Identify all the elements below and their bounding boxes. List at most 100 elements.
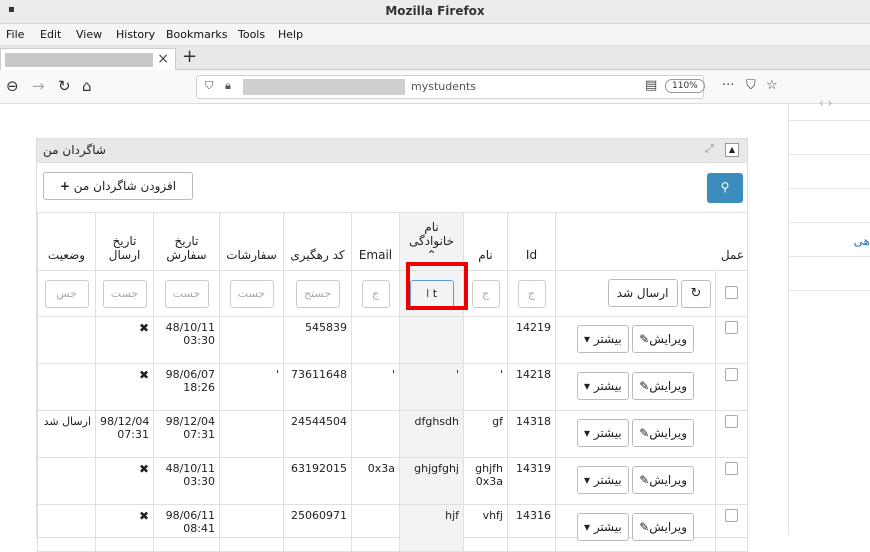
cell-tracking: 545839 [283, 316, 352, 364]
add-students-button[interactable]: + افزودن شاگردان من [43, 172, 193, 200]
right-sidebar: ‹ › هی [788, 96, 870, 535]
search-button[interactable]: ⚲ [707, 173, 743, 203]
tab-active[interactable]: × [0, 48, 176, 70]
col-order-date[interactable]: تاریخ سفارش [153, 212, 220, 271]
more-dropdown-button[interactable]: ▾ بیشتر [576, 513, 629, 541]
back-icon[interactable]: ⊖ [6, 77, 19, 95]
menu-history[interactable]: History [116, 28, 155, 41]
filter-id-input[interactable]: ج [517, 279, 546, 308]
cell-last-name: hjf [399, 504, 464, 552]
col-orders[interactable]: سفارشات [219, 212, 284, 271]
star-icon[interactable]: ☆ [766, 78, 778, 93]
menu-help[interactable]: Help [278, 28, 303, 41]
row-checkbox[interactable] [725, 462, 738, 475]
edit-button[interactable]: ✎ویرایش [632, 419, 695, 447]
cell-email [351, 316, 400, 364]
sent-filter-button[interactable]: ارسال شد [607, 279, 678, 307]
select-all-checkbox[interactable] [725, 285, 738, 299]
more-dropdown-button[interactable]: ▾ بیشتر [576, 372, 629, 400]
home-icon[interactable]: ⌂ [82, 77, 92, 95]
cell-last-name: ' [399, 363, 464, 411]
cell-send-date: ✖ [95, 504, 154, 552]
reload-icon[interactable]: ↻ [58, 77, 71, 95]
menu-file[interactable]: File [6, 28, 24, 41]
filter-orders-input[interactable]: جست [229, 279, 274, 308]
cell-status: ارسال شد [37, 410, 96, 458]
cell-tracking: 25060971 [283, 504, 352, 552]
plus-icon: + [59, 179, 70, 193]
filter-first-name-input[interactable]: ج [471, 279, 500, 308]
cell-last-name: ghjgfghj [399, 457, 464, 505]
edit-button[interactable]: ✎ویرایش [632, 513, 695, 541]
cell-status [37, 363, 96, 411]
cell-id: 14319 [507, 457, 556, 505]
table-row: ✖ 48/10/11 03:30 63192015 0x3a ghjgfghj … [37, 457, 748, 505]
col-send-date[interactable]: تاریخ ارسال [95, 212, 154, 271]
menu-view[interactable]: View [76, 28, 102, 41]
menu-tools[interactable]: Tools [238, 28, 265, 41]
row-checkbox[interactable] [725, 321, 738, 334]
cell-status [37, 316, 96, 364]
filter-send-date-input[interactable]: جست [102, 279, 147, 308]
filter-tracking-input[interactable]: جستج [295, 279, 340, 308]
panel-header: شاگردان من ⤢ ▲ [37, 139, 747, 163]
more-dropdown-button[interactable]: ▾ بیشتر [576, 419, 629, 447]
menu-edit[interactable]: Edit [40, 28, 61, 41]
edit-label: ویرایش [649, 426, 688, 440]
lock-icon[interactable]: 🔒︎ [225, 79, 231, 93]
row-checkbox[interactable] [725, 368, 738, 381]
filter-email-input[interactable]: ج [361, 279, 390, 308]
edit-label: ویرایش [649, 379, 688, 393]
more-dropdown-button[interactable]: ▾ بیشتر [576, 325, 629, 353]
header-row: وضعیت تاریخ ارسال تاریخ سفارش سفارشات کد… [37, 212, 748, 271]
reader-view-icon[interactable]: ▤ [645, 78, 657, 93]
edit-label: ویرایش [649, 520, 688, 534]
zoom-badge[interactable]: 110% [665, 79, 705, 93]
window-titlebar: ▪ Mozilla Firefox [0, 0, 870, 24]
expand-icon[interactable]: ⤢ [705, 142, 714, 156]
url-bar[interactable]: ⛉ 🔒︎ mystudents ▤ 110% [196, 75, 705, 99]
collapse-icon[interactable]: ▲ [725, 143, 739, 157]
col-status[interactable]: وضعیت [37, 212, 96, 271]
forward-icon[interactable]: → [32, 77, 45, 95]
sort-asc-icon: ⌃ [426, 248, 437, 262]
row-checkbox[interactable] [725, 509, 738, 522]
filter-row: جس جست جست جست جستج ج I t ج ج ارسال شد ↻ [37, 270, 748, 317]
panel-title: شاگردان من [43, 143, 106, 157]
more-label: بیشتر [593, 332, 622, 346]
more-dropdown-button[interactable]: ▾ بیشتر [576, 466, 629, 494]
edit-button[interactable]: ✎ویرایش [632, 325, 695, 353]
cell-tracking: 73611648 [283, 363, 352, 411]
search-icon: ⚲ [720, 180, 730, 194]
cell-first-name: ' [463, 363, 508, 411]
close-icon[interactable]: × [157, 51, 169, 67]
filter-status-input[interactable]: جس [44, 279, 89, 308]
col-tracking[interactable]: کد رهگیری [283, 212, 352, 271]
cell-id: 14316 [507, 504, 556, 552]
col-id[interactable]: Id [507, 212, 556, 271]
nav-bar: ⊖ → ↻ ⌂ ⛉ 🔒︎ mystudents ▤ 110% ··· ⛉ ☆ [0, 70, 870, 104]
cell-first-name [463, 316, 508, 364]
pencil-icon: ✎ [639, 426, 650, 440]
url-redacted [243, 79, 405, 95]
cell-tracking: 24544504 [283, 410, 352, 458]
edit-button[interactable]: ✎ویرایش [632, 466, 695, 494]
cell-first-name: gf [463, 410, 508, 458]
filter-order-date-input[interactable]: جست [164, 279, 209, 308]
row-checkbox[interactable] [725, 415, 738, 428]
menu-bookmarks[interactable]: Bookmarks [166, 28, 227, 41]
more-actions-icon[interactable]: ··· [722, 78, 734, 93]
pocket-icon[interactable]: ⛉ [746, 78, 756, 93]
table-row: ✖ 48/10/11 03:30 545839 14219 ▾ بیشتر ✎و… [37, 316, 748, 364]
sidebar-link[interactable]: هی [854, 234, 870, 248]
pencil-icon: ✎ [639, 473, 650, 487]
col-email[interactable]: Email [351, 212, 400, 271]
refresh-icon[interactable]: ↻ [681, 280, 711, 308]
cell-id: 14318 [507, 410, 556, 458]
col-first-name[interactable]: نام [463, 212, 508, 271]
shield-icon[interactable]: ⛉ [205, 79, 213, 93]
table-row: ✖ 98/06/11 08:41 25060971 hjf vhfj 14316… [37, 504, 748, 552]
edit-button[interactable]: ✎ویرایش [632, 372, 695, 400]
table-row: ارسال شد 98/12/04 07:31 98/12/04 07:31 2… [37, 410, 748, 458]
new-tab-icon[interactable]: + [182, 46, 197, 67]
